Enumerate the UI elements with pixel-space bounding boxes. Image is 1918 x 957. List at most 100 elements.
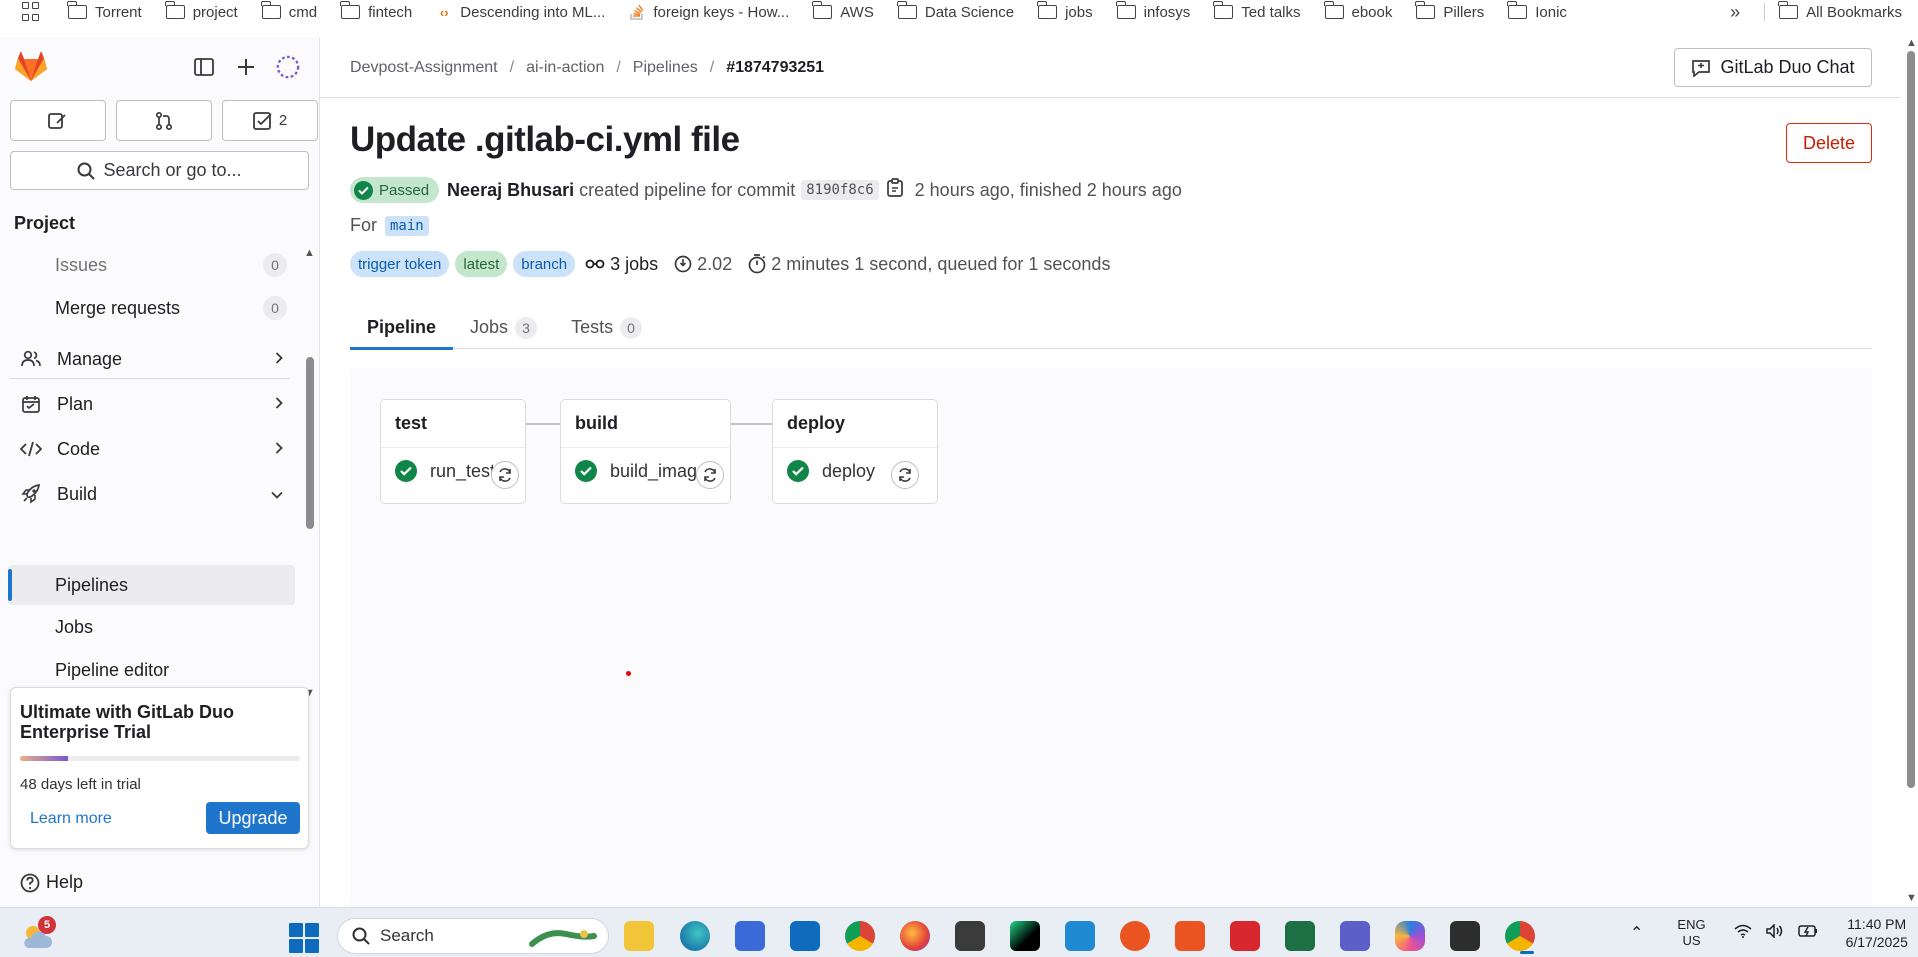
help-button[interactable]: Help [20,872,83,893]
create-new-icon[interactable] [234,55,258,79]
bookmark-foreign-keys[interactable]: foreign keys - How... [629,4,789,21]
microsoft-store-icon[interactable] [735,921,765,951]
scroll-up-arrow-icon[interactable]: ▲ [1906,37,1917,49]
sidebar-item-pipelines[interactable]: Pipelines [8,565,295,605]
commit-sha-link[interactable]: 8190f8c6 [801,180,879,200]
bookmarks-divider [1764,3,1766,21]
show-hidden-icons-chevron-icon[interactable]: ⌃ [1630,923,1643,943]
issues-icon [48,112,66,129]
weather-widget[interactable]: 5 [20,916,56,950]
tab-tests[interactable]: Tests 0 [554,306,659,349]
search-button[interactable]: Search or go to... [10,151,309,190]
apps-grid-icon[interactable] [22,2,42,22]
delete-button[interactable]: Delete [1786,123,1872,163]
bookmark-ted-talks[interactable]: Ted talks [1213,1,1301,21]
toggle-sidebar-icon[interactable] [192,55,216,79]
more-bookmarks-icon[interactable]: » [1730,2,1740,23]
bookmark-project[interactable]: project [164,1,238,21]
job-name: build_image [610,460,708,481]
todo-check-icon [252,111,272,130]
retry-job-button[interactable] [491,461,519,489]
sidebar-scrollbar[interactable]: ▲ ▼ [303,247,315,699]
pycharm-icon[interactable] [1010,921,1040,951]
battery-icon[interactable] [1797,924,1818,943]
all-bookmarks[interactable]: All Bookmarks [1778,1,1902,21]
sidebar-item-code[interactable]: Code [8,429,295,469]
sublime-text-icon[interactable] [955,921,985,951]
bookmark-infosys[interactable]: infosys [1115,1,1190,21]
sidebar-item-manage[interactable]: Manage [8,339,295,379]
retry-job-button[interactable] [891,461,919,489]
ubuntu-icon[interactable] [1120,921,1150,951]
merge-requests-counter-button[interactable] [116,100,212,141]
retry-icon [499,468,511,482]
copilot-icon[interactable] [1395,921,1425,951]
job-deploy[interactable]: deploy [787,460,875,482]
breadcrumb-item[interactable]: ai-in-action [526,59,604,77]
teams-icon[interactable] [1340,921,1370,951]
scroll-up-arrow-icon[interactable]: ▲ [304,247,315,259]
bookmark-fintech[interactable]: fintech [340,1,412,21]
edge-browser-icon[interactable] [680,921,710,951]
branch-link[interactable]: main [385,215,429,236]
bookmark-descending-into-ml[interactable]: ‹› Descending into ML... [436,4,605,21]
sidebar-item-jobs[interactable]: Jobs [8,607,295,647]
search-highlight-icon [529,930,597,947]
terminal-icon[interactable] [1450,921,1480,951]
breadcrumb-item[interactable]: Devpost-Assignment [350,59,498,77]
compute-minutes-icon [674,255,692,273]
copy-clipboard-icon[interactable] [886,178,903,202]
sidebar-item-pipeline-editor[interactable]: Pipeline editor [8,650,295,690]
tab-jobs[interactable]: Jobs 3 [453,306,554,349]
sidebar-item-merge-requests[interactable]: Merge requests 0 [8,288,295,328]
bookmark-jobs[interactable]: jobs [1037,1,1093,21]
user-avatar-icon[interactable] [276,55,300,79]
sidebar-item-issues[interactable]: Issues 0 [8,245,295,285]
bookmark-ebook[interactable]: ebook [1323,1,1392,21]
bookmark-aws[interactable]: AWS [812,1,874,21]
acrobat-icon[interactable] [1230,921,1260,951]
job-build-image[interactable]: build_image [575,460,707,482]
outlook-icon[interactable] [790,921,820,951]
status-badge[interactable]: Passed [350,177,440,203]
sidebar-item-build[interactable]: Build [8,474,295,514]
file-explorer-icon[interactable] [624,921,654,951]
wifi-icon[interactable] [1734,924,1752,943]
bookmark-data-science[interactable]: Data Science [896,1,1014,21]
scroll-down-arrow-icon[interactable]: ▼ [1906,892,1917,904]
bookmark-ionic[interactable]: Ionic [1507,1,1567,21]
duo-chat-label: GitLab Duo Chat [1720,57,1855,77]
breadcrumb-item[interactable]: Pipelines [633,59,698,77]
todos-counter-button[interactable]: 2 [222,100,318,141]
page-scrollbar[interactable]: ▲ ▼ [1903,37,1918,907]
scrollbar-thumb[interactable] [1907,51,1915,788]
tab-pipeline[interactable]: Pipeline [350,306,454,350]
issues-counter-button[interactable] [10,100,106,141]
vscode-icon[interactable] [1065,921,1095,951]
retry-job-button[interactable] [696,461,724,489]
learn-more-link[interactable]: Learn more [30,810,112,828]
taskbar-search[interactable]: Search [337,918,609,954]
excel-icon[interactable] [1285,921,1315,951]
clock[interactable]: 11:40 PM 6/17/2025 [1846,915,1908,951]
chrome-active-icon[interactable] [1505,921,1535,951]
bookmark-cmd[interactable]: cmd [260,1,317,21]
sidebar-item-plan[interactable]: Plan [8,384,295,424]
gitlab-duo-chat-button[interactable]: GitLab Duo Chat [1674,48,1872,87]
upgrade-button[interactable]: Upgrade [206,802,300,834]
author-link[interactable]: Neeraj Bhusari [447,180,574,201]
language-indicator[interactable]: ENG US [1677,917,1705,949]
bookmark-torrent[interactable]: Torrent [67,1,142,21]
gitlab-logo-icon[interactable] [14,50,48,82]
scrollbar-thumb[interactable] [306,357,314,529]
active-app-indicator [1520,951,1534,954]
volume-icon[interactable] [1765,922,1784,943]
windows-start-icon[interactable] [289,923,319,953]
job-run-tests[interactable]: run_tests [395,460,504,482]
breadcrumb-current[interactable]: #1874793251 [726,59,824,77]
latest-badge: latest [455,251,508,277]
bookmark-pillers[interactable]: Pillers [1415,1,1484,21]
chrome-icon[interactable] [845,921,875,951]
ubuntu-terminal-icon[interactable] [1175,921,1205,951]
firefox-icon[interactable] [900,921,930,951]
